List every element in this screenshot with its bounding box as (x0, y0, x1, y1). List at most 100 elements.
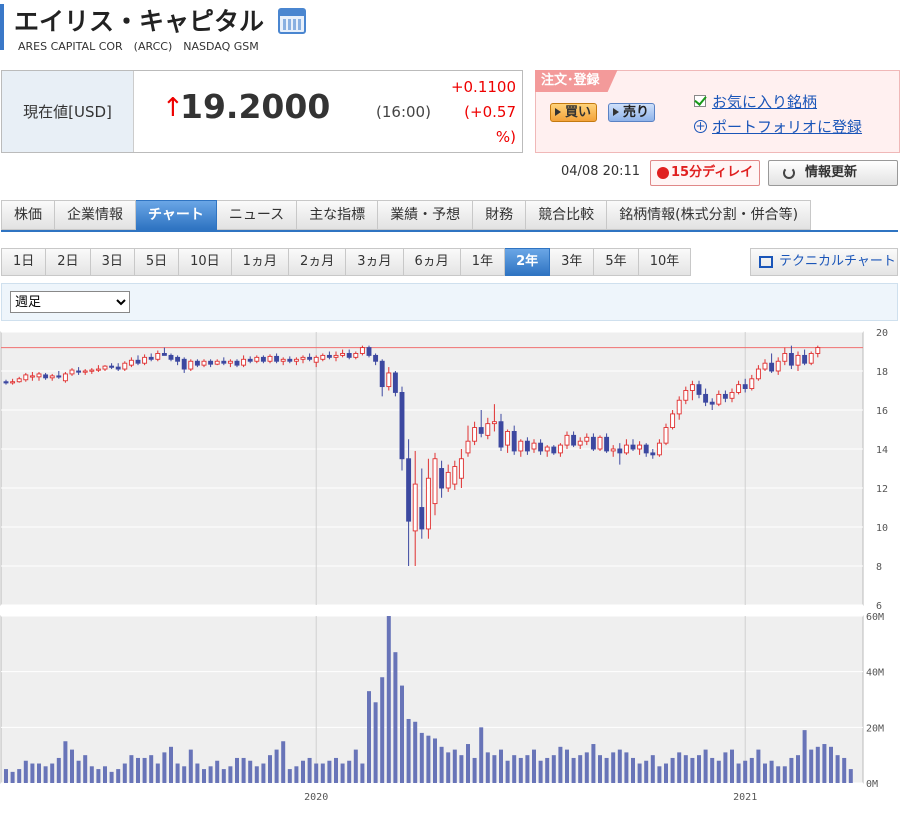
candle-body (267, 355, 273, 362)
range-tab-3[interactable]: 5日 (134, 248, 180, 276)
candle-body (670, 413, 676, 429)
favorite-link[interactable]: お気に入り銘柄 (712, 91, 817, 112)
buy-button[interactable]: 買い (550, 103, 598, 122)
volume-bar (406, 718, 411, 783)
range-tab-1[interactable]: 2日 (46, 248, 91, 276)
volume-bar (294, 766, 299, 783)
candle-body (557, 444, 563, 454)
calendar-icon[interactable] (278, 8, 306, 34)
volume-tick-label: 0M (866, 779, 878, 790)
checkmark-icon[interactable] (694, 95, 706, 107)
volume-bar (644, 760, 649, 783)
range-tab-11[interactable]: 3年 (550, 248, 595, 276)
volume-bar (571, 757, 576, 783)
volume-bar (598, 755, 602, 783)
candle-body (392, 372, 398, 393)
tab-0[interactable]: 株価 (1, 200, 55, 230)
range-tab-13[interactable]: 10年 (638, 248, 692, 276)
main-tabs: 株価 企業情報 チャート ニュース 主な指標 業績・予想 財務 競合比較 銘柄情報(株式分割・併… (1, 200, 812, 230)
candle-body (333, 354, 339, 358)
range-tab-5[interactable]: 1ヵ月 (231, 248, 289, 276)
volume-bar (83, 755, 88, 783)
price-tick-label: 10 (876, 523, 888, 534)
candle-body (650, 452, 656, 456)
range-tab-4[interactable]: 10日 (179, 248, 232, 276)
period-select[interactable]: 週足 (10, 291, 130, 313)
tab-7[interactable]: 競合比較 (526, 200, 608, 230)
page-title: エイリス・キャピタル (14, 7, 265, 36)
volume-bar (96, 769, 101, 783)
volume-bar (690, 757, 695, 783)
volume-bar (122, 763, 127, 783)
refresh-icon (783, 167, 795, 179)
tab-8[interactable]: 銘柄情報(株式分割・併合等) (607, 200, 812, 230)
volume-bar (17, 769, 22, 783)
candle-body (406, 458, 412, 522)
candle-body (155, 353, 161, 360)
candle-body (386, 372, 392, 388)
volume-bar (76, 760, 81, 783)
stock-subtitle: ARES CAPITAL COR (ARCC) NASDAQ GSM (18, 40, 259, 53)
tab-3[interactable]: ニュース (216, 200, 298, 230)
volume-bar (710, 757, 715, 783)
technical-chart-button[interactable]: テクニカルチャート (750, 248, 898, 276)
portfolio-link[interactable]: ポートフォリオに登録 (712, 116, 862, 137)
volume-bar (558, 746, 563, 783)
range-tab-6[interactable]: 2ヵ月 (288, 248, 347, 276)
volume-bar (518, 757, 523, 783)
sell-button[interactable]: 売り (608, 103, 656, 122)
tab-6[interactable]: 財務 (473, 200, 527, 230)
candle-body (10, 381, 16, 384)
candle-body (577, 440, 583, 446)
candle-body (439, 468, 445, 489)
volume-bar (796, 755, 800, 783)
plus-icon: + (694, 119, 707, 133)
volume-bar (413, 721, 418, 783)
volume-bar (730, 749, 734, 783)
volume-bar (109, 771, 114, 783)
range-tab-7[interactable]: 3ヵ月 (346, 248, 404, 276)
volume-bar (743, 760, 748, 783)
candle-body (518, 440, 524, 452)
candle-body (663, 427, 669, 444)
volume-bar (525, 755, 530, 783)
candle-body (69, 369, 75, 375)
candle-body (630, 444, 636, 450)
range-tab-8[interactable]: 6ヵ月 (403, 248, 461, 276)
volume-bar (373, 702, 378, 783)
volume-bar (466, 744, 470, 783)
volume-bar (43, 766, 48, 783)
volume-bar (578, 755, 583, 783)
volume-bar (697, 755, 701, 783)
candle-body (227, 360, 233, 364)
tab-2[interactable]: チャート (136, 200, 217, 230)
candle-body (590, 436, 596, 450)
volume-bar (631, 757, 635, 783)
tab-4[interactable]: 主な指標 (297, 200, 379, 230)
candle-body (795, 354, 801, 366)
range-tab-10[interactable]: 2年 (505, 248, 551, 276)
price-tick-label: 8 (876, 562, 882, 573)
range-tab-9[interactable]: 1年 (460, 248, 506, 276)
candle-body (425, 477, 431, 530)
volume-bar (287, 769, 292, 783)
range-tab-2[interactable]: 3日 (90, 248, 135, 276)
candle-body (755, 368, 761, 380)
candle-body (458, 458, 464, 479)
volume-bar (545, 757, 550, 783)
candle-body (531, 442, 537, 450)
volume-bar (472, 757, 477, 783)
refresh-button[interactable]: 情報更新 (768, 160, 898, 186)
volume-bar (23, 760, 28, 783)
volume-bar (281, 741, 286, 783)
tab-5[interactable]: 業績・予想 (378, 200, 474, 230)
volume-bar (400, 685, 404, 783)
candle-body (181, 358, 187, 370)
tab-1[interactable]: 企業情報 (55, 200, 136, 230)
range-tab-12[interactable]: 5年 (594, 248, 639, 276)
volume-bar (505, 760, 510, 783)
candle-body (498, 421, 504, 448)
volume-bar (683, 755, 688, 783)
volume-bar (749, 757, 754, 783)
range-tab-0[interactable]: 1日 (1, 248, 47, 276)
